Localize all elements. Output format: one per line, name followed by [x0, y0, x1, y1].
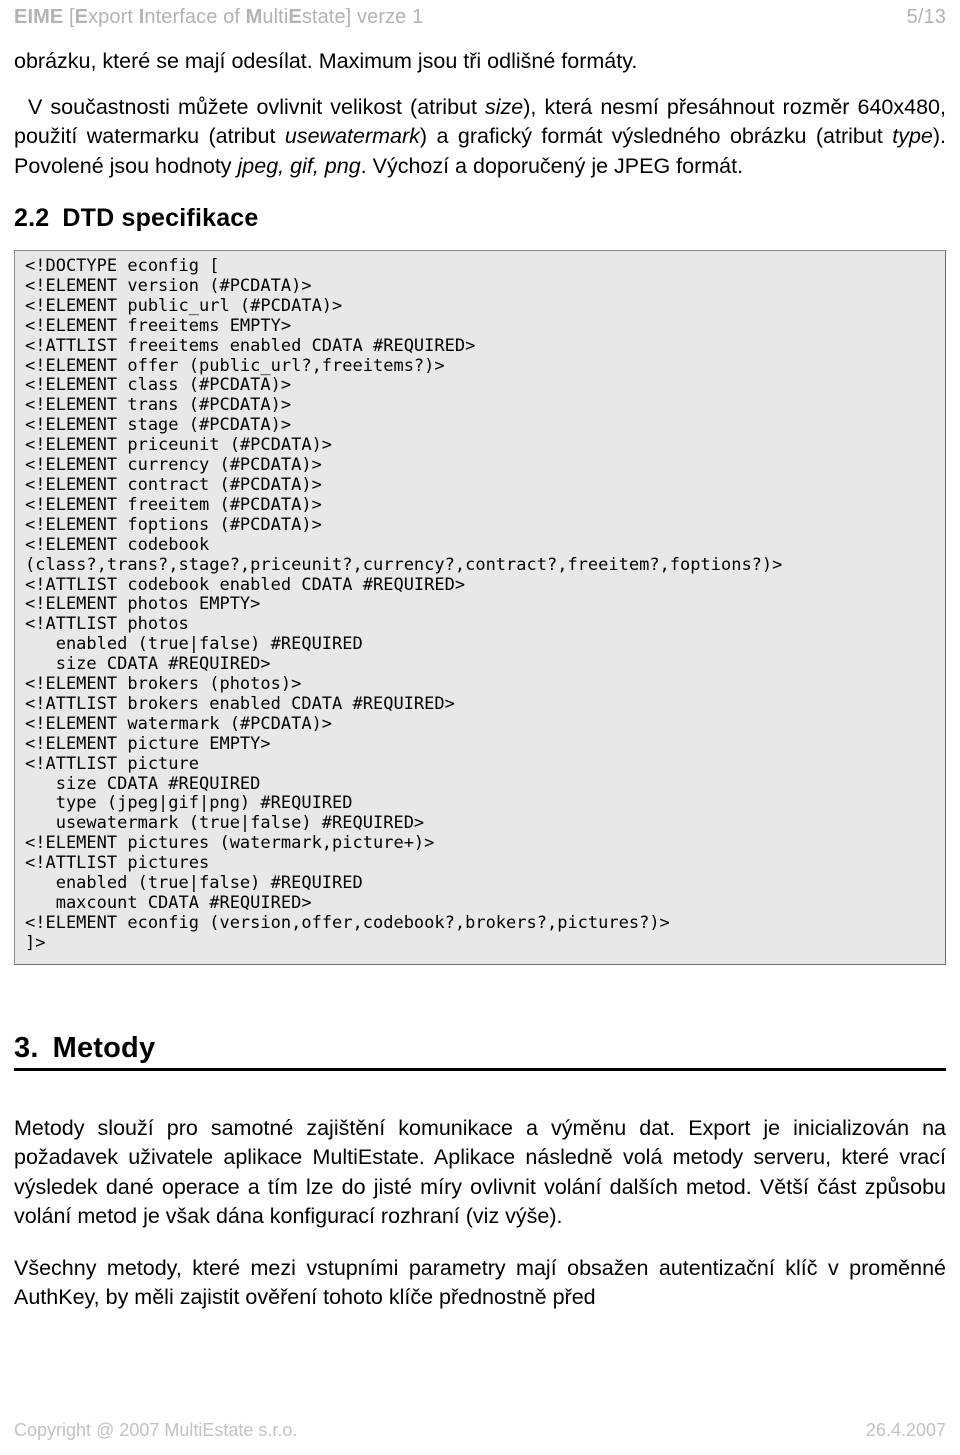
attribute-type: type [892, 124, 933, 148]
running-header: EIME [Export Interface of MultiEstate] v… [14, 0, 946, 30]
section-title: DTD specifikace [62, 204, 259, 232]
section-number: 2.2 [14, 204, 50, 232]
paragraph-metody-intro: Metody slouží pro samotné zajištění komu… [14, 1115, 946, 1229]
header-bracket-open: [ [63, 6, 75, 28]
header-text-part3: ulti [262, 6, 289, 28]
attribute-size: size [485, 94, 524, 119]
header-text-part1: xport [88, 6, 139, 28]
header-document-title: EIME [Export Interface of MultiEstate] v… [14, 4, 423, 30]
para-text-end: . Výchozí a doporučený je JPEG formát. [360, 153, 744, 178]
header-text-part4: state] verze 1 [301, 6, 424, 28]
header-letter-e1: E [74, 6, 89, 28]
paragraph-size-attributes: V součastnosti můžete ovlivnit velikost … [14, 93, 946, 182]
para-text-mid2: ) a grafický formát výsledného obrázku (… [419, 124, 893, 148]
footer-copyright: Copyright @ 2007 MultiEstate s.r.o. [14, 1420, 298, 1440]
header-letter-e2: E [288, 6, 302, 28]
header-letter-m1: M [245, 6, 263, 28]
chapter-heading-metody: 3. Metody [14, 1031, 946, 1071]
document-page: EIME [Export Interface of MultiEstate] v… [0, 0, 960, 1455]
header-acronym: EIME [14, 6, 64, 28]
header-page-number: 5/13 [906, 6, 946, 28]
dtd-code-block: <!DOCTYPE econfig [ <!ELEMENT version (#… [14, 250, 946, 965]
footer-date: 26.4.2007 [865, 1420, 946, 1440]
para-text-pre: V součastnosti můžete ovlivnit velikost … [28, 94, 486, 119]
running-footer: Copyright @ 2007 MultiEstate s.r.o. 26.4… [14, 1419, 946, 1441]
allowed-values: jpeg, gif, png [237, 153, 361, 178]
paragraph-authkey: Všechny metody, které mezi vstupními par… [14, 1255, 946, 1310]
attribute-usewatermark: usewatermark [284, 124, 420, 148]
header-text-part2: nterface of [144, 6, 246, 28]
section-heading-dtd: 2.2 DTD specifikace [14, 203, 946, 233]
chapter-number: 3. [14, 1031, 39, 1064]
paragraph-continuation: obrázku, které se mají odesílat. Maximum… [14, 49, 638, 73]
chapter-title: Metody [52, 1031, 156, 1064]
